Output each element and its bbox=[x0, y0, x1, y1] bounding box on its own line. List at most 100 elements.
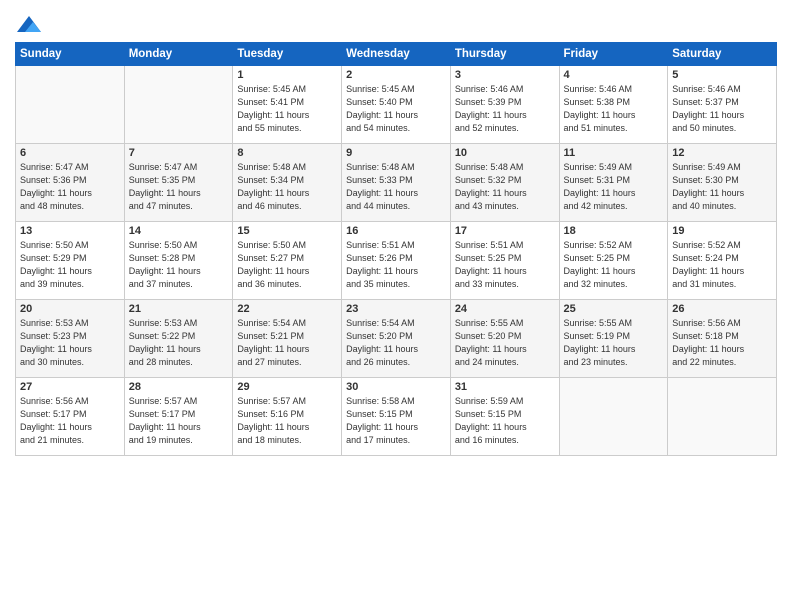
day-info: Sunrise: 5:57 AM Sunset: 5:17 PM Dayligh… bbox=[129, 395, 229, 447]
day-info: Sunrise: 5:46 AM Sunset: 5:39 PM Dayligh… bbox=[455, 83, 555, 135]
day-info: Sunrise: 5:50 AM Sunset: 5:27 PM Dayligh… bbox=[237, 239, 337, 291]
day-number: 25 bbox=[564, 303, 664, 315]
day-info: Sunrise: 5:52 AM Sunset: 5:24 PM Dayligh… bbox=[672, 239, 772, 291]
day-cell: 25 Sunrise: 5:55 AM Sunset: 5:19 PM Dayli… bbox=[559, 300, 668, 378]
day-cell: 27 Sunrise: 5:56 AM Sunset: 5:17 PM Dayli… bbox=[16, 378, 125, 456]
day-number: 31 bbox=[455, 381, 555, 393]
day-info: Sunrise: 5:48 AM Sunset: 5:34 PM Dayligh… bbox=[237, 161, 337, 213]
day-info: Sunrise: 5:50 AM Sunset: 5:29 PM Dayligh… bbox=[20, 239, 120, 291]
day-number: 4 bbox=[564, 69, 664, 81]
day-info: Sunrise: 5:48 AM Sunset: 5:33 PM Dayligh… bbox=[346, 161, 446, 213]
day-number: 12 bbox=[672, 147, 772, 159]
calendar-container: SundayMondayTuesdayWednesdayThursdayFrid… bbox=[0, 0, 792, 461]
day-info: Sunrise: 5:51 AM Sunset: 5:25 PM Dayligh… bbox=[455, 239, 555, 291]
day-info: Sunrise: 5:47 AM Sunset: 5:36 PM Dayligh… bbox=[20, 161, 120, 213]
day-number: 21 bbox=[129, 303, 229, 315]
week-row-3: 13 Sunrise: 5:50 AM Sunset: 5:29 PM Dayli… bbox=[16, 222, 777, 300]
day-number: 20 bbox=[20, 303, 120, 315]
day-cell: 30 Sunrise: 5:58 AM Sunset: 5:15 PM Dayli… bbox=[342, 378, 451, 456]
day-info: Sunrise: 5:55 AM Sunset: 5:19 PM Dayligh… bbox=[564, 317, 664, 369]
day-number: 29 bbox=[237, 381, 337, 393]
day-number: 24 bbox=[455, 303, 555, 315]
day-number: 23 bbox=[346, 303, 446, 315]
day-cell: 16 Sunrise: 5:51 AM Sunset: 5:26 PM Dayli… bbox=[342, 222, 451, 300]
day-info: Sunrise: 5:51 AM Sunset: 5:26 PM Dayligh… bbox=[346, 239, 446, 291]
logo bbox=[15, 14, 45, 36]
day-info: Sunrise: 5:59 AM Sunset: 5:15 PM Dayligh… bbox=[455, 395, 555, 447]
day-number: 22 bbox=[237, 303, 337, 315]
day-cell: 9 Sunrise: 5:48 AM Sunset: 5:33 PM Daylig… bbox=[342, 144, 451, 222]
day-cell: 10 Sunrise: 5:48 AM Sunset: 5:32 PM Dayli… bbox=[450, 144, 559, 222]
day-cell: 4Sunrise: 5:46 AM Sunset: 5:38 PM Daylig… bbox=[559, 66, 668, 144]
day-cell: 6Sunrise: 5:47 AM Sunset: 5:36 PM Daylig… bbox=[16, 144, 125, 222]
day-cell: 5Sunrise: 5:46 AM Sunset: 5:37 PM Daylig… bbox=[668, 66, 777, 144]
weekday-header-saturday: Saturday bbox=[668, 43, 777, 66]
day-cell: 12 Sunrise: 5:49 AM Sunset: 5:30 PM Dayli… bbox=[668, 144, 777, 222]
weekday-header-monday: Monday bbox=[124, 43, 233, 66]
day-number: 28 bbox=[129, 381, 229, 393]
day-cell bbox=[16, 66, 125, 144]
day-cell: 28 Sunrise: 5:57 AM Sunset: 5:17 PM Dayli… bbox=[124, 378, 233, 456]
day-info: Sunrise: 5:47 AM Sunset: 5:35 PM Dayligh… bbox=[129, 161, 229, 213]
day-number: 19 bbox=[672, 225, 772, 237]
day-info: Sunrise: 5:57 AM Sunset: 5:16 PM Dayligh… bbox=[237, 395, 337, 447]
day-info: Sunrise: 5:53 AM Sunset: 5:22 PM Dayligh… bbox=[129, 317, 229, 369]
day-number: 26 bbox=[672, 303, 772, 315]
day-cell: 23 Sunrise: 5:54 AM Sunset: 5:20 PM Dayli… bbox=[342, 300, 451, 378]
weekday-header-tuesday: Tuesday bbox=[233, 43, 342, 66]
week-row-4: 20 Sunrise: 5:53 AM Sunset: 5:23 PM Dayli… bbox=[16, 300, 777, 378]
day-info: Sunrise: 5:56 AM Sunset: 5:18 PM Dayligh… bbox=[672, 317, 772, 369]
day-number: 16 bbox=[346, 225, 446, 237]
day-cell: 22 Sunrise: 5:54 AM Sunset: 5:21 PM Dayli… bbox=[233, 300, 342, 378]
day-info: Sunrise: 5:46 AM Sunset: 5:37 PM Dayligh… bbox=[672, 83, 772, 135]
day-info: Sunrise: 5:50 AM Sunset: 5:28 PM Dayligh… bbox=[129, 239, 229, 291]
day-number: 30 bbox=[346, 381, 446, 393]
day-cell: 31 Sunrise: 5:59 AM Sunset: 5:15 PM Dayli… bbox=[450, 378, 559, 456]
day-number: 13 bbox=[20, 225, 120, 237]
day-info: Sunrise: 5:48 AM Sunset: 5:32 PM Dayligh… bbox=[455, 161, 555, 213]
day-cell: 8Sunrise: 5:48 AM Sunset: 5:34 PM Daylig… bbox=[233, 144, 342, 222]
day-cell bbox=[559, 378, 668, 456]
day-info: Sunrise: 5:53 AM Sunset: 5:23 PM Dayligh… bbox=[20, 317, 120, 369]
day-info: Sunrise: 5:49 AM Sunset: 5:30 PM Dayligh… bbox=[672, 161, 772, 213]
day-number: 7 bbox=[129, 147, 229, 159]
day-info: Sunrise: 5:58 AM Sunset: 5:15 PM Dayligh… bbox=[346, 395, 446, 447]
day-cell: 14Sunrise: 5:50 AM Sunset: 5:28 PM Dayli… bbox=[124, 222, 233, 300]
weekday-header-row: SundayMondayTuesdayWednesdayThursdayFrid… bbox=[16, 43, 777, 66]
day-cell bbox=[668, 378, 777, 456]
day-info: Sunrise: 5:55 AM Sunset: 5:20 PM Dayligh… bbox=[455, 317, 555, 369]
calendar-table: SundayMondayTuesdayWednesdayThursdayFrid… bbox=[15, 42, 777, 456]
day-number: 15 bbox=[237, 225, 337, 237]
day-info: Sunrise: 5:49 AM Sunset: 5:31 PM Dayligh… bbox=[564, 161, 664, 213]
day-info: Sunrise: 5:56 AM Sunset: 5:17 PM Dayligh… bbox=[20, 395, 120, 447]
weekday-header-friday: Friday bbox=[559, 43, 668, 66]
day-info: Sunrise: 5:45 AM Sunset: 5:40 PM Dayligh… bbox=[346, 83, 446, 135]
day-cell: 21 Sunrise: 5:53 AM Sunset: 5:22 PM Dayli… bbox=[124, 300, 233, 378]
day-cell: 19 Sunrise: 5:52 AM Sunset: 5:24 PM Dayli… bbox=[668, 222, 777, 300]
day-cell: 18Sunrise: 5:52 AM Sunset: 5:25 PM Dayli… bbox=[559, 222, 668, 300]
day-number: 11 bbox=[564, 147, 664, 159]
day-number: 9 bbox=[346, 147, 446, 159]
day-info: Sunrise: 5:54 AM Sunset: 5:20 PM Dayligh… bbox=[346, 317, 446, 369]
week-row-2: 6Sunrise: 5:47 AM Sunset: 5:36 PM Daylig… bbox=[16, 144, 777, 222]
weekday-header-sunday: Sunday bbox=[16, 43, 125, 66]
week-row-1: 1Sunrise: 5:45 AM Sunset: 5:41 PM Daylig… bbox=[16, 66, 777, 144]
weekday-header-wednesday: Wednesday bbox=[342, 43, 451, 66]
day-cell: 26 Sunrise: 5:56 AM Sunset: 5:18 PM Dayli… bbox=[668, 300, 777, 378]
day-cell: 17 Sunrise: 5:51 AM Sunset: 5:25 PM Dayli… bbox=[450, 222, 559, 300]
day-cell: 1Sunrise: 5:45 AM Sunset: 5:41 PM Daylig… bbox=[233, 66, 342, 144]
day-number: 27 bbox=[20, 381, 120, 393]
day-cell: 24 Sunrise: 5:55 AM Sunset: 5:20 PM Dayli… bbox=[450, 300, 559, 378]
day-number: 10 bbox=[455, 147, 555, 159]
day-cell: 15 Sunrise: 5:50 AM Sunset: 5:27 PM Dayli… bbox=[233, 222, 342, 300]
day-cell: 3Sunrise: 5:46 AM Sunset: 5:39 PM Daylig… bbox=[450, 66, 559, 144]
day-number: 18 bbox=[564, 225, 664, 237]
day-cell: 20 Sunrise: 5:53 AM Sunset: 5:23 PM Dayli… bbox=[16, 300, 125, 378]
day-number: 2 bbox=[346, 69, 446, 81]
day-cell: 29 Sunrise: 5:57 AM Sunset: 5:16 PM Dayli… bbox=[233, 378, 342, 456]
day-cell bbox=[124, 66, 233, 144]
day-number: 17 bbox=[455, 225, 555, 237]
day-info: Sunrise: 5:54 AM Sunset: 5:21 PM Dayligh… bbox=[237, 317, 337, 369]
day-cell: 13 Sunrise: 5:50 AM Sunset: 5:29 PM Dayli… bbox=[16, 222, 125, 300]
day-cell: 7 Sunrise: 5:47 AM Sunset: 5:35 PM Daylig… bbox=[124, 144, 233, 222]
